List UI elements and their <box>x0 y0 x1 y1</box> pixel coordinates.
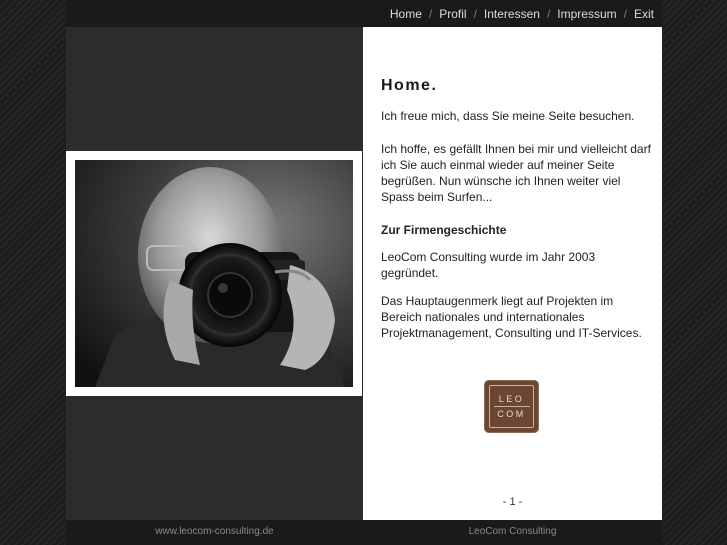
welcome-paragraph: Ich hoffe, es gefällt Ihnen bei mir und … <box>381 142 651 204</box>
logo-border: LEO COM <box>489 385 534 428</box>
history-paragraph: LeoCom Consulting wurde im Jahr 2003 geg… <box>381 250 596 280</box>
top-navigation: Home / Profil / Interessen / Impressum /… <box>66 0 662 27</box>
nav-separator: / <box>546 6 551 21</box>
nav-interessen[interactable]: Interessen <box>484 7 540 21</box>
logo-text-top: LEO <box>498 394 525 404</box>
page-number: - 1 - <box>502 496 523 508</box>
content-area: Home. Ich freue mich, dass Sie meine Sei… <box>381 77 651 358</box>
left-panel <box>66 27 363 520</box>
nav-impressum[interactable]: Impressum <box>557 7 616 21</box>
nav-home[interactable]: Home <box>390 7 422 21</box>
nav-exit[interactable]: Exit <box>634 7 654 21</box>
footer-url[interactable]: www.leocom-consulting.de <box>66 526 363 537</box>
photo-frame <box>66 151 362 396</box>
nav-profil[interactable]: Profil <box>439 7 466 21</box>
section-heading: Zur Firmengeschichte <box>381 223 507 237</box>
nav-separator: / <box>428 6 433 21</box>
leocom-logo: LEO COM <box>484 380 539 433</box>
logo-text-bottom: COM <box>497 409 526 419</box>
focus-paragraph: Das Hauptaugenmerk liegt auf Projekten i… <box>381 294 642 340</box>
nav-separator: / <box>473 6 477 21</box>
content-panel: Home. Ich freue mich, dass Sie meine Sei… <box>363 27 662 520</box>
footer: www.leocom-consulting.de LeoCom Consulti… <box>66 520 662 545</box>
logo-divider <box>493 406 530 407</box>
page-title: Home. <box>381 77 438 94</box>
nav-separator: / <box>623 6 627 21</box>
page-frame: Home / Profil / Interessen / Impressum /… <box>66 0 662 545</box>
intro-paragraph: Ich freue mich, dass Sie meine Seite bes… <box>381 109 635 123</box>
footer-company: LeoCom Consulting <box>468 526 557 537</box>
portrait-photo-icon <box>75 160 353 387</box>
